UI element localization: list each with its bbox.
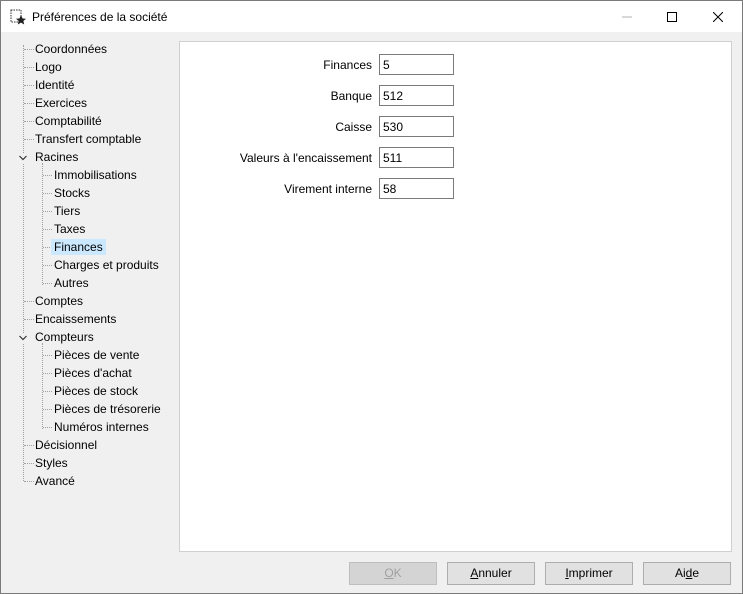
tree-connector [43,355,52,356]
tree-connector [24,67,34,68]
tree-item-pieces-de-vente[interactable]: Pièces de vente [54,347,139,363]
caisse-label: Caisse [335,120,372,134]
minimize-icon [622,16,632,17]
tree-item-stocks[interactable]: Stocks [54,185,90,201]
caisse-input[interactable] [379,116,454,137]
maximize-icon [667,11,677,22]
tree-connector [43,175,52,176]
ok-label-post: K [393,566,402,580]
tree-connector [24,103,34,104]
close-icon [713,11,723,22]
tree-item-pieces-de-tresorerie[interactable]: Pièces de trésorerie [54,401,161,417]
tree-item-decisionnel[interactable]: Décisionnel [35,437,97,453]
maximize-button[interactable] [649,1,695,32]
tree-item-autres[interactable]: Autres [54,275,89,291]
tree-item-avance[interactable]: Avancé [35,473,75,489]
close-button[interactable] [695,1,741,32]
tree-item-pieces-d-achat[interactable]: Pièces d'achat [54,365,132,381]
preferences-tree: Coordonnées Logo Identité Exercices Comp… [10,41,170,511]
title-bar: Préférences de la société [1,1,742,32]
imprimer-button[interactable]: Imprimer [545,562,633,585]
tree-item-identite[interactable]: Identité [35,77,74,93]
tree-connector [43,427,52,428]
settings-panel: Finances Banque Caisse Valeurs à l'encai… [179,41,732,552]
banque-label: Banque [330,89,372,103]
tree-connector [24,49,34,50]
imprimer-label-post: mprimer [568,566,613,580]
aide-label-pre: Ai [674,566,686,580]
tree-item-taxes[interactable]: Taxes [54,221,85,237]
finances-input[interactable] [379,54,454,75]
aide-label-post: e [692,566,700,580]
annuler-label-post: nnuler [478,566,512,580]
tree-item-racines[interactable]: Racines [35,149,78,165]
tree-connector [43,373,52,374]
valeurs-encaissement-label: Valeurs à l'encaissement [239,151,372,165]
preferences-window: Préférences de la société Coordonnées Lo… [0,0,743,594]
tree-item-compteurs[interactable]: Compteurs [35,329,94,345]
banque-input[interactable] [379,85,454,106]
ok-button[interactable]: OK [349,562,437,585]
tree-connector [43,265,52,266]
tree-connector [24,139,34,140]
tree-item-transfert-comptable[interactable]: Transfert comptable [35,131,141,147]
minimize-button[interactable] [604,1,650,32]
tree-connector [24,445,34,446]
tree-item-finances-selected[interactable]: Finances [51,239,106,255]
tree-connector [24,481,34,482]
tree-item-logo[interactable]: Logo [35,59,62,75]
tree-connector [24,121,34,122]
tree-connector [43,391,52,392]
tree-item-comptabilite[interactable]: Comptabilité [35,113,102,129]
tree-item-pieces-de-stock[interactable]: Pièces de stock [54,383,138,399]
tree-connector [24,319,34,320]
tree-item-coordonnees[interactable]: Coordonnées [35,41,107,57]
tree-connector [43,229,52,230]
tree-guide-racines [42,163,43,285]
tree-connector [43,283,52,284]
tree-item-encaissements[interactable]: Encaissements [35,311,116,327]
tree-connector [24,463,34,464]
tree-connector [24,301,34,302]
finances-label: Finances [323,58,372,72]
tree-connector [43,193,52,194]
tree-connector [24,85,34,86]
tree-item-tiers[interactable]: Tiers [54,203,80,219]
aide-button[interactable]: Aide [643,562,731,585]
tree-item-charges-et-produits[interactable]: Charges et produits [54,257,159,273]
ok-label-key: O [384,566,394,580]
preferences-star-icon [10,9,26,25]
tree-connector [43,211,52,212]
tree-item-immobilisations[interactable]: Immobilisations [54,167,137,183]
annuler-button[interactable]: Annuler [447,562,535,585]
tree-connector [43,409,52,410]
tree-item-styles[interactable]: Styles [35,455,68,471]
virement-interne-input[interactable] [379,178,454,199]
chevron-down-icon[interactable] [18,333,28,343]
tree-guide [23,45,24,481]
tree-item-comptes[interactable]: Comptes [35,293,83,309]
window-title: Préférences de la société [32,10,168,24]
virement-interne-label: Virement interne [284,182,372,196]
valeurs-encaissement-input[interactable] [379,147,454,168]
chevron-down-icon[interactable] [18,153,28,163]
tree-item-numeros-internes[interactable]: Numéros internes [54,419,149,435]
tree-item-exercices[interactable]: Exercices [35,95,87,111]
